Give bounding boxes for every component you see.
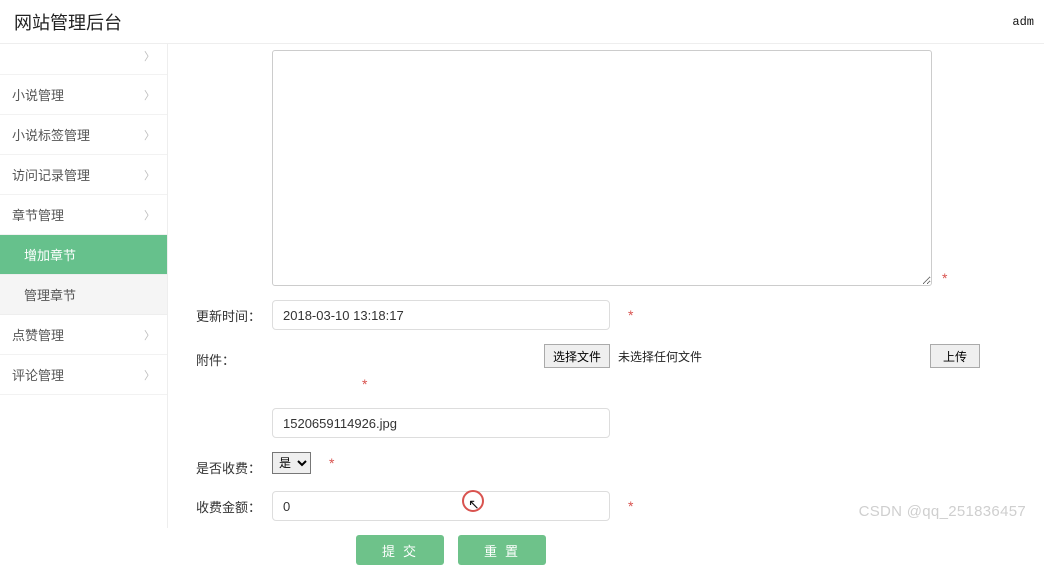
attach-label: 附件： [196,344,272,369]
submenu-item-label: 增加章节 [24,248,76,263]
row-attachment: 附件： 选择文件 未选择任何文件 上传 * [196,344,1040,438]
submenu-chapter: 增加章节 管理章节 [0,235,167,315]
page-title: 网站管理后台 [14,9,122,35]
update-time-label: 更新时间： [196,300,272,325]
charge-amount-input[interactable] [272,491,610,521]
chevron-right-icon: 〉 [144,48,155,64]
sidebar-item-comment[interactable]: 评论管理 〉 [0,355,167,395]
content-textarea[interactable] [272,50,932,286]
sidebar-item-partial[interactable]: 〉 [0,44,167,75]
charge-amount-label: 收费金额： [196,491,272,516]
sidebar: 〉 小说管理 〉 小说标签管理 〉 访问记录管理 〉 章节管理 〉 增加章节 管… [0,44,168,528]
update-time-input[interactable] [272,300,610,330]
current-user: adm [1012,15,1034,29]
submenu-item-label: 管理章节 [24,288,76,303]
choose-file-state: 未选择任何文件 [618,348,702,365]
row-is-charge: 是否收费： 是 * [196,452,1040,477]
sidebar-item-label: 点赞管理 [12,325,64,344]
required-mark: * [329,455,334,471]
required-mark: * [628,498,633,514]
chevron-down-icon: 〉 [144,207,155,223]
sidebar-item-label: 章节管理 [12,205,64,224]
attach-input[interactable] [272,408,610,438]
required-mark: * [942,270,947,286]
row-content: * [196,50,1040,286]
chevron-right-icon: 〉 [144,327,155,343]
sidebar-item-chapter[interactable]: 章节管理 〉 [0,195,167,235]
sidebar-item-like[interactable]: 点赞管理 〉 [0,315,167,355]
content-label [196,50,272,56]
required-mark: * [628,307,633,323]
submit-button[interactable]: 提交 [356,535,444,565]
sidebar-item-visit-log[interactable]: 访问记录管理 〉 [0,155,167,195]
sidebar-item-label: 小说标签管理 [12,125,90,144]
chevron-right-icon: 〉 [144,87,155,103]
chevron-right-icon: 〉 [144,127,155,143]
upload-button[interactable]: 上传 [930,344,980,368]
submenu-manage-chapter[interactable]: 管理章节 [0,275,167,315]
chevron-right-icon: 〉 [144,367,155,383]
sidebar-item-label: 访问记录管理 [12,165,90,184]
is-charge-select[interactable]: 是 [272,452,311,474]
chevron-right-icon: 〉 [144,167,155,183]
main-form: * 更新时间： * 附件： 选择文件 未选择任何文件 上传 * 是否收费： [168,44,1044,528]
choose-file-button[interactable]: 选择文件 [544,344,610,368]
reset-button[interactable]: 重置 [458,535,546,565]
sidebar-item-label: 评论管理 [12,365,64,384]
sidebar-item-label: 小说管理 [12,85,64,104]
row-charge-amount: 收费金额： * [196,491,1040,521]
row-update-time: 更新时间： * [196,300,1040,330]
submenu-add-chapter[interactable]: 增加章节 [0,235,167,275]
content-wrap: * [272,50,947,286]
header: 网站管理后台 adm [0,0,1044,44]
layout: 〉 小说管理 〉 小说标签管理 〉 访问记录管理 〉 章节管理 〉 增加章节 管… [0,44,1044,528]
button-row: 提交 重置 [356,535,1040,565]
sidebar-item-novel[interactable]: 小说管理 〉 [0,75,167,115]
sidebar-item-novel-tag[interactable]: 小说标签管理 〉 [0,115,167,155]
required-mark: * [362,376,367,392]
is-charge-label: 是否收费： [196,452,272,477]
